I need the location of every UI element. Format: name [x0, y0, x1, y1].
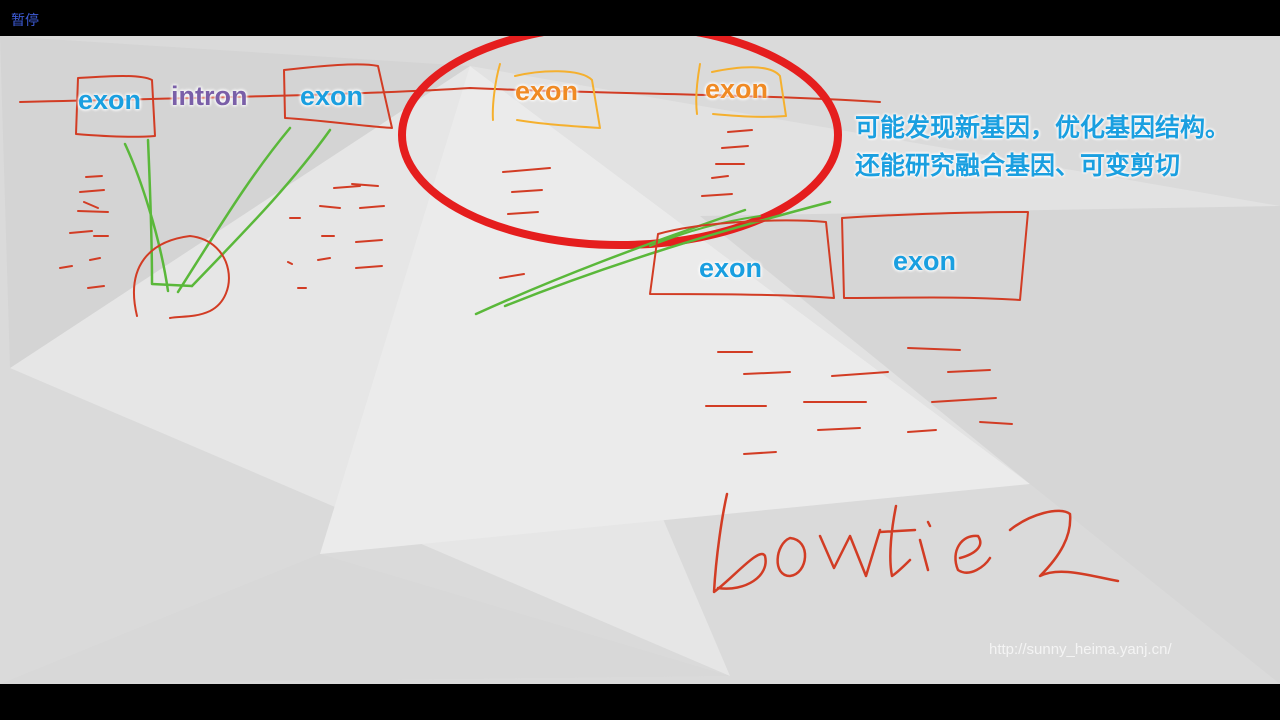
- green-long-2: [503, 200, 832, 308]
- green-read-2: [146, 138, 194, 288]
- red-loop: [132, 235, 230, 319]
- bowtie2-handwriting: [712, 492, 1120, 594]
- green-read-4: [190, 128, 332, 288]
- exon-label-1: exon: [78, 85, 142, 115]
- red-dashes-right: [705, 347, 1013, 455]
- whiteboard-slide: exon intron exon exon exon exon exon 可能发…: [0, 36, 1280, 684]
- exon-label-4: exon: [705, 74, 769, 104]
- exon-label-2: exon: [300, 81, 364, 111]
- highlight-circle: [398, 36, 842, 249]
- watermark-url: http://sunny_heima.yanj.cn/: [989, 641, 1172, 658]
- pause-button[interactable]: 暂停: [11, 10, 39, 30]
- exon-label-3: exon: [515, 76, 579, 106]
- note-line-2: 还能研究融合基因、可变剪切: [855, 151, 1181, 180]
- intron-label: intron: [171, 81, 248, 111]
- player-bottom-bar: [0, 684, 1280, 720]
- exon-label-6: exon: [893, 246, 957, 276]
- green-read-3: [176, 126, 292, 294]
- player-top-bar: 暂停: [0, 0, 1280, 36]
- red-dashes-left: [59, 175, 385, 289]
- exon-label-5: exon: [699, 253, 763, 283]
- note-line-1: 可能发现新基因，优化基因结构。: [855, 113, 1231, 142]
- green-read-1: [123, 142, 170, 293]
